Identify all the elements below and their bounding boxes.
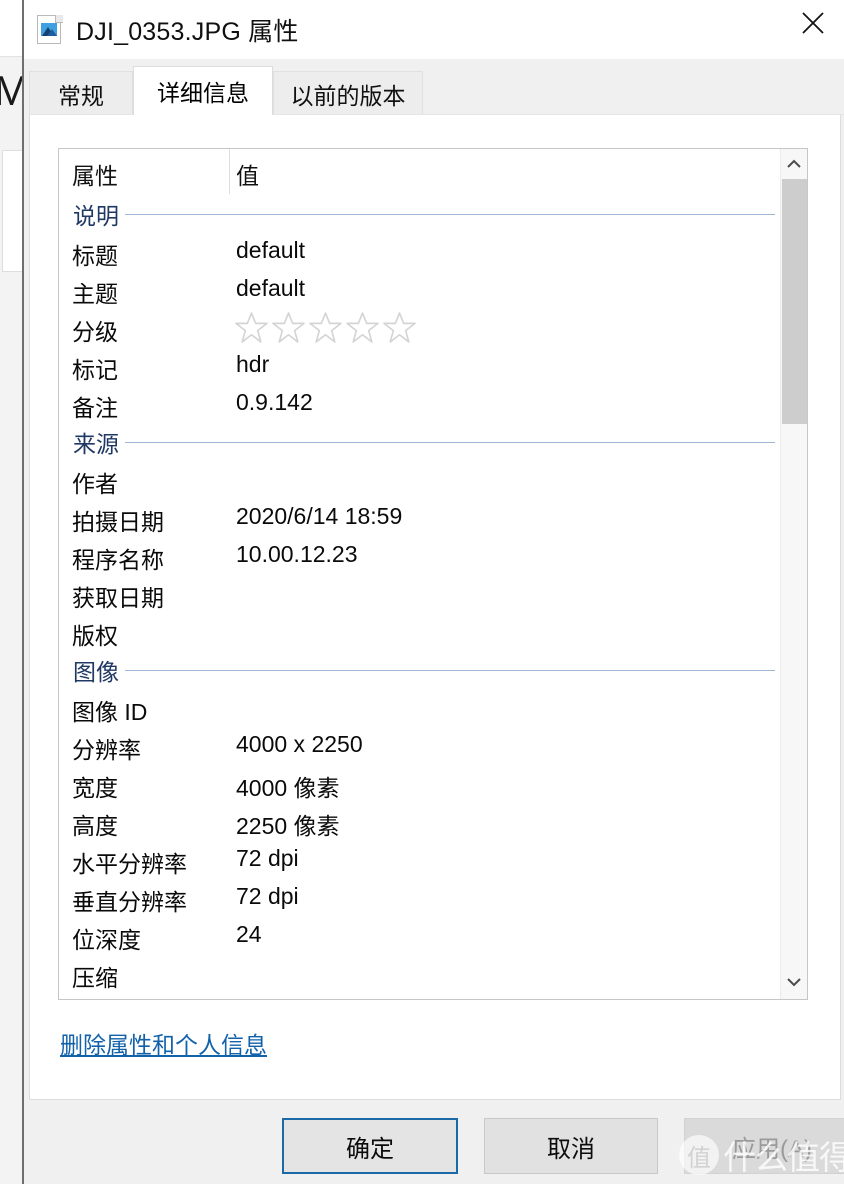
property-value: 0.9.142 xyxy=(236,389,313,415)
dialog-button-bar: 确定 取消 应用(A) xyxy=(24,1100,844,1184)
star-icon[interactable] xyxy=(346,311,379,344)
background-window-titlebar xyxy=(0,0,22,57)
apply-button: 应用(A) xyxy=(684,1118,844,1174)
table-row[interactable]: 作者 xyxy=(59,461,781,499)
property-value: 10.00.12.23 xyxy=(236,541,358,567)
property-value: 72 dpi xyxy=(236,845,299,871)
table-row[interactable]: 拍摄日期 2020/6/14 18:59 xyxy=(59,499,781,537)
background-window-text-fragment: M xyxy=(0,70,22,112)
cancel-button[interactable]: 取消 xyxy=(484,1118,658,1174)
property-value: 24 xyxy=(236,921,262,947)
table-row[interactable]: 标题 default xyxy=(59,233,781,271)
star-icon[interactable] xyxy=(272,311,305,344)
table-row[interactable]: 图像 ID xyxy=(59,689,781,727)
star-icon[interactable] xyxy=(235,311,268,344)
rating-stars[interactable] xyxy=(235,311,416,344)
table-row[interactable]: 备注 0.9.142 xyxy=(59,385,781,423)
dialog-title: DJI_0353.JPG 属性 xyxy=(76,17,299,46)
property-value: 72 dpi xyxy=(236,883,299,909)
property-name: 备注 xyxy=(72,395,118,421)
background-window-panel xyxy=(2,150,22,272)
table-row[interactable]: 版权 xyxy=(59,613,781,651)
details-panel: 属性 值 说明 标题 default 主题 default 分级 标记 hdr … xyxy=(29,115,841,1100)
table-row[interactable]: 标记 hdr xyxy=(59,347,781,385)
tab-previous-versions[interactable]: 以前的版本 xyxy=(273,71,423,115)
section-title: 图像 xyxy=(73,653,125,687)
table-row[interactable]: 主题 default xyxy=(59,271,781,309)
property-name: 位深度 xyxy=(72,927,141,953)
property-name: 标记 xyxy=(72,357,118,383)
dialog-titlebar: DJI_0353.JPG 属性 xyxy=(24,0,844,59)
property-value: 4000 x 2250 xyxy=(236,731,363,757)
section-header-source: 来源 xyxy=(59,423,781,461)
property-value: 2020/6/14 18:59 xyxy=(236,503,403,529)
property-name: 获取日期 xyxy=(72,585,164,611)
property-name: 垂直分辨率 xyxy=(72,889,187,915)
property-name: 分级 xyxy=(72,319,118,345)
tab-details[interactable]: 详细信息 xyxy=(133,66,273,115)
property-list-header: 属性 值 xyxy=(59,149,781,195)
table-row[interactable]: 宽度 4000 像素 xyxy=(59,765,781,803)
property-name: 拍摄日期 xyxy=(72,509,164,535)
ok-button[interactable]: 确定 xyxy=(282,1118,458,1174)
property-name: 宽度 xyxy=(72,775,118,801)
section-rule xyxy=(125,213,775,215)
property-name: 主题 xyxy=(72,281,118,307)
property-name: 分辨率 xyxy=(72,737,141,763)
property-name: 标题 xyxy=(72,243,118,269)
section-rule xyxy=(125,669,775,671)
column-divider xyxy=(229,149,230,194)
property-name: 图像 ID xyxy=(72,699,148,725)
section-header-image: 图像 xyxy=(59,651,781,689)
background-window: M xyxy=(0,0,23,1184)
section-title: 说明 xyxy=(73,197,125,231)
jpg-file-icon xyxy=(37,14,63,45)
table-row[interactable]: 分级 xyxy=(59,309,781,347)
property-name: 压缩 xyxy=(72,965,118,991)
vertical-scrollbar[interactable] xyxy=(780,149,807,999)
table-row[interactable]: 垂直分辨率 72 dpi xyxy=(59,879,781,917)
scroll-down-icon[interactable] xyxy=(781,969,807,995)
property-list[interactable]: 属性 值 说明 标题 default 主题 default 分级 标记 hdr … xyxy=(58,148,808,1000)
column-header-value: 值 xyxy=(236,163,259,189)
close-icon[interactable] xyxy=(782,0,844,46)
property-value: default xyxy=(236,237,306,263)
property-value: default xyxy=(236,275,306,301)
column-header-property: 属性 xyxy=(72,163,118,189)
scrollbar-thumb[interactable] xyxy=(782,179,807,424)
property-name: 程序名称 xyxy=(72,547,164,573)
tab-general[interactable]: 常规 xyxy=(29,71,133,115)
table-row-clipped[interactable]: ​ xyxy=(59,993,781,999)
section-title: 来源 xyxy=(73,425,125,459)
property-name: 水平分辨率 xyxy=(72,851,187,877)
table-row[interactable]: 分辨率 4000 x 2250 xyxy=(59,727,781,765)
property-value: 2250 像素 xyxy=(236,813,340,839)
property-name: 高度 xyxy=(72,813,118,839)
table-row[interactable]: 水平分辨率 72 dpi xyxy=(59,841,781,879)
table-row[interactable]: 程序名称 10.00.12.23 xyxy=(59,537,781,575)
table-row[interactable]: 位深度 24 xyxy=(59,917,781,955)
remove-properties-link[interactable]: 删除属性和个人信息 xyxy=(60,1026,267,1060)
property-value: hdr xyxy=(236,351,270,377)
star-icon[interactable] xyxy=(309,311,342,344)
file-properties-dialog: DJI_0353.JPG 属性 常规 详细信息 以前的版本 属性 值 说明 标题… xyxy=(22,0,844,1184)
scroll-up-icon[interactable] xyxy=(781,151,807,177)
table-row[interactable]: 高度 2250 像素 xyxy=(59,803,781,841)
property-list-body: 属性 值 说明 标题 default 主题 default 分级 标记 hdr … xyxy=(59,149,781,999)
table-row[interactable]: 获取日期 xyxy=(59,575,781,613)
property-value: 4000 像素 xyxy=(236,775,340,801)
property-name: 作者 xyxy=(72,471,118,497)
section-header-description: 说明 xyxy=(59,195,781,233)
property-name: 版权 xyxy=(72,623,118,649)
table-row[interactable]: 压缩 xyxy=(59,955,781,993)
section-rule xyxy=(125,441,775,443)
star-icon[interactable] xyxy=(383,311,416,344)
tab-bar: 常规 详细信息 以前的版本 xyxy=(24,59,844,115)
